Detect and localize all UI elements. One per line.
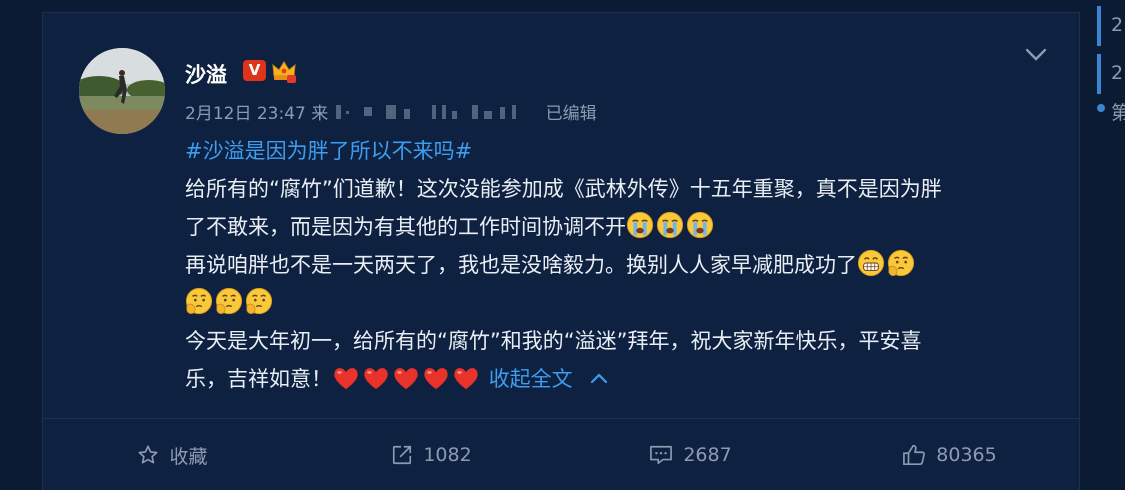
share-icon [393,445,412,465]
heart-emoji [362,365,390,391]
content-line-1: 给所有的“腐竹”们道歉！这次没能参加成《武林外传》十五年重聚，真不是因为胖 [185,177,942,201]
comment-button[interactable]: 2687 [561,419,820,490]
comment-icon [650,445,673,465]
like-count: 80365 [936,444,997,466]
collapse-label: 收起全文 [488,367,573,391]
favorite-button[interactable]: 收藏 [43,419,302,490]
like-button[interactable]: 80365 [820,419,1079,490]
star-icon [138,445,159,464]
crying-emoji [686,211,714,239]
post-actions: 收藏 1082 2687 80365 [43,419,1079,490]
crying-emoji [626,211,654,239]
thinking-emoji [215,287,243,315]
content-line-6: 乐，吉祥如意！ [185,367,332,391]
right-sidebar-partial: 2 2 第 [1097,0,1125,490]
post-content: #沙溢是因为胖了所以不来吗# 给所有的“腐竹”们道歉！这次没能参加成《武林外传》… [185,132,1045,398]
heart-emoji [332,365,360,391]
avatar[interactable] [79,48,165,134]
thinking-emoji [185,287,213,315]
chevron-up-icon [591,373,608,384]
chevron-down-icon[interactable] [1025,47,1047,66]
edited-label[interactable]: 已编辑 [546,104,597,124]
heart-emoji [392,365,420,391]
blurred-source [334,103,534,126]
crown-icon [271,58,297,88]
timestamp[interactable]: 2月12日 23:47 [185,104,306,124]
sidebar-item-2[interactable]: 2 [1111,62,1123,84]
source-prefix: 来 [311,104,329,124]
favorite-label: 收藏 [169,445,208,468]
collapse-full-text-link[interactable]: 收起全文 [489,367,610,391]
comment-count: 2687 [683,444,732,466]
repost-button[interactable]: 1082 [302,419,561,490]
heart-emoji [452,365,480,391]
verified-badge: V [243,60,266,81]
content-line-2: 了不敢来，而是因为有其他的工作时间协调不开 [185,215,626,239]
username[interactable]: 沙溢 [185,59,227,89]
repost-count: 1082 [423,444,472,466]
weibo-post-card: 沙溢 V 2月12日 23:47 来 已编辑 #沙溢是因为胖了所以不来吗# 给所… [42,12,1080,490]
sidebar-item-marker [1097,6,1101,46]
post-meta: 2月12日 23:47 来 已编辑 [185,99,597,126]
page: 沙溢 V 2月12日 23:47 来 已编辑 #沙溢是因为胖了所以不来吗# 给所… [0,0,1125,490]
crying-emoji [656,211,684,239]
hashtag-link[interactable]: #沙溢是因为胖了所以不来吗# [185,139,472,163]
thinking-emoji [245,287,273,315]
content-line-3: 再说咱胖也不是一天两天了，我也是没啥毅力。换别人人家早减肥成功了 [185,253,857,277]
sidebar-dot [1097,104,1105,112]
sidebar-item-marker [1097,54,1101,94]
thinking-emoji [887,249,915,277]
sidebar-item-3[interactable]: 第 [1111,98,1125,125]
thumbs-up-icon [903,445,926,465]
content-line-5: 今天是大年初一，给所有的“腐竹”和我的“溢迷”拜年，祝大家新年快乐，平安喜 [185,329,922,353]
grin-emoji [857,249,885,277]
sidebar-item-1[interactable]: 2 [1111,14,1123,36]
heart-emoji [422,365,450,391]
